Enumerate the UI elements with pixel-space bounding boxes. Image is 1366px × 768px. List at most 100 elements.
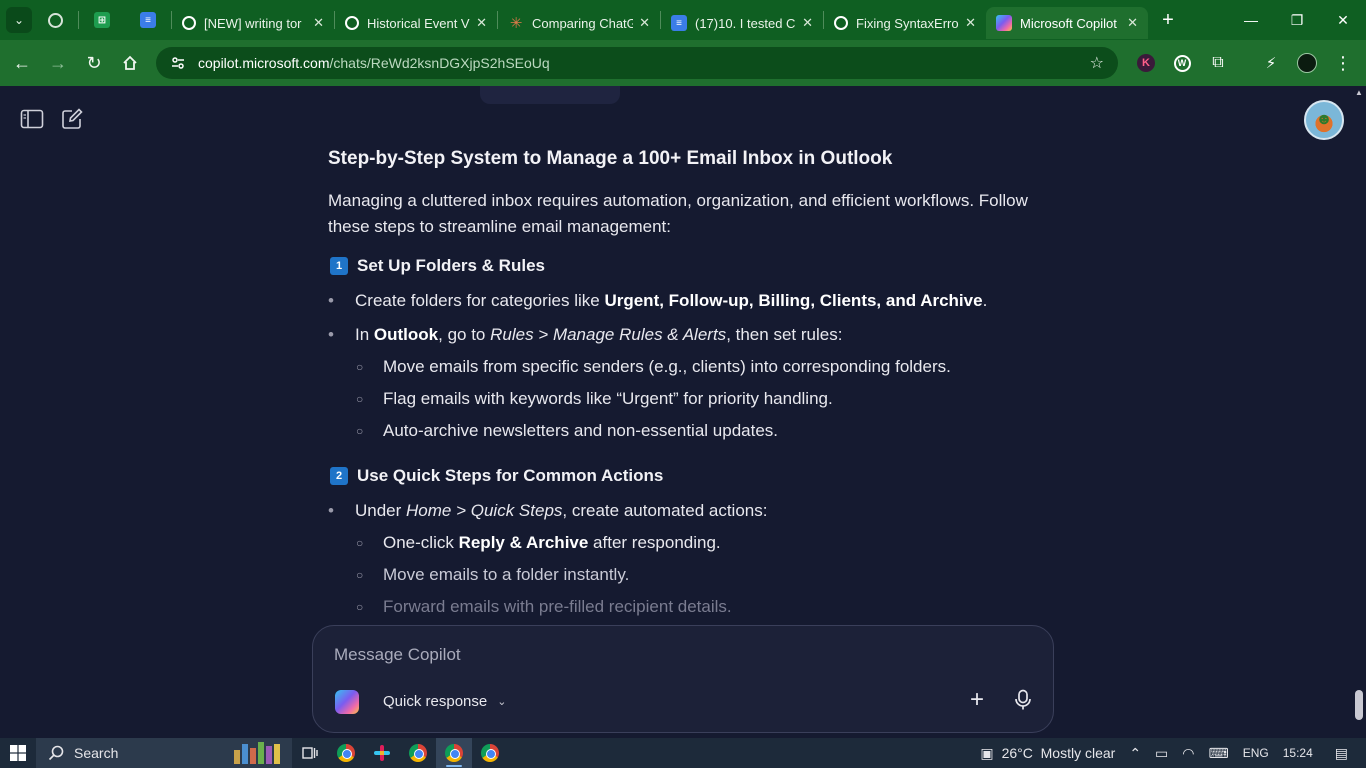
minimize-icon[interactable]: — [1228,0,1274,40]
close-icon[interactable]: ✕ [476,15,487,31]
step-2-heading: 2 Use Quick Steps for Common Actions [328,466,1028,486]
window-controls: — ❐ ✕ [1228,0,1366,40]
previous-message-fade [480,86,620,104]
close-window-icon[interactable]: ✕ [1320,0,1366,40]
tab-title: Fixing SyntaxErro [856,15,959,31]
chrome-taskbar-icon-active[interactable] [436,738,472,768]
keyboard-icon[interactable]: ⌨ [1209,745,1229,762]
pinned-tab-docs[interactable]: ≡ [125,0,171,40]
openai-icon [345,16,359,30]
tab-title: Microsoft Copilot [1020,15,1117,31]
globe-icon [47,12,63,28]
response-heading: Step-by-Step System to Manage a 100+ Ema… [328,148,893,169]
assistant-message: Step-by-Step System to Manage a 100+ Ema… [328,148,1028,618]
close-icon[interactable]: ✕ [1127,15,1138,31]
keycap-2-icon: 2 [330,467,348,485]
taskbar-search[interactable]: Search [36,738,292,768]
windows-start-icon[interactable] [0,738,36,768]
chevron-down-icon: ⌄ [497,696,507,708]
slack-taskbar-icon[interactable] [364,738,400,768]
chrome-taskbar-icon[interactable] [328,738,364,768]
clock[interactable]: 15:24 [1283,746,1313,760]
profile-avatar-icon[interactable] [1292,47,1322,79]
pinned-tab-sheets[interactable]: ⊞ [79,0,125,40]
tab-0[interactable]: [NEW] writing tor ✕ [172,7,334,39]
tab-strip: ⌄ ⊞ ≡ [NEW] writing tor ✕ Historical Eve… [0,0,1366,40]
address-bar[interactable]: copilot.microsoft.com/chats/ReWd2ksnDGXj… [156,47,1118,79]
weather-icon[interactable]: ▣ [980,745,993,762]
tab-search-chevron-icon[interactable]: ⌄ [6,7,32,33]
scrollbar-thumb[interactable] [1355,690,1363,720]
language-indicator[interactable]: ENG [1243,746,1269,760]
extension-w-icon[interactable]: W [1167,47,1197,79]
site-info-icon[interactable] [170,55,186,71]
tab-title: Comparing ChatG [532,15,634,31]
avatar-face-icon: ☻ [1315,111,1333,128]
close-icon[interactable]: ✕ [965,15,976,31]
menu-kebab-icon[interactable]: ⋮ [1328,47,1358,79]
tab-title: (17)10. I tested C [695,15,796,31]
claude-icon: ✳ [509,15,523,32]
pinned-tab-globe[interactable] [32,0,78,40]
url-text: copilot.microsoft.com/chats/ReWd2ksnDGXj… [198,55,550,71]
copilot-page: ☻ Step-by-Step System to Manage a 100+ E… [0,86,1366,738]
notification-center-icon[interactable]: ▤ [1335,745,1348,762]
sub-list-item: Move emails from specific senders (e.g.,… [328,356,1028,378]
restore-icon[interactable]: ❐ [1274,0,1320,40]
page-scrollbar[interactable]: ▲ [1352,86,1366,738]
performance-icon[interactable]: ⚡ [1256,47,1286,79]
docs-icon: ≡ [140,12,156,28]
weather-text[interactable]: 26°C Mostly clear [1002,745,1116,761]
tab-1[interactable]: Historical Event V ✕ [335,7,497,39]
microphone-icon[interactable] [1007,684,1039,716]
scroll-up-icon[interactable]: ▲ [1355,88,1363,97]
battery-icon[interactable]: ▭ [1155,745,1168,762]
chrome-taskbar-icon-3[interactable] [472,738,508,768]
tab-4[interactable]: Fixing SyntaxErro ✕ [824,7,986,39]
extensions-puzzle-icon[interactable]: ⧉ [1203,47,1233,79]
close-icon[interactable]: ✕ [313,15,324,31]
response-mode-dropdown[interactable]: Quick response ⌄ [383,693,506,710]
bookmark-star-icon[interactable]: ☆ [1090,53,1104,73]
chevron-up-icon[interactable]: ⌃ [1129,745,1141,762]
copilot-icon [996,15,1012,31]
openai-icon [834,16,848,30]
back-arrow-icon[interactable]: ← [4,45,40,81]
docs-icon: ≡ [671,15,687,31]
chrome-taskbar-icon-2[interactable] [400,738,436,768]
sidebar-toggle-icon[interactable] [19,106,45,132]
tab-title: [NEW] writing tor [204,15,302,31]
list-item: Under Home > Quick Steps, create automat… [328,500,1028,522]
close-icon[interactable]: ✕ [639,15,650,31]
keycap-1-icon: 1 [330,257,348,275]
reload-icon[interactable]: ↻ [76,45,112,81]
system-tray: ▣ 26°C Mostly clear ⌃ ▭ ◠ ⌨ ENG 15:24 ▤ [980,738,1366,768]
step-1-heading: 1 Set Up Folders & Rules [328,256,1028,276]
task-view-icon[interactable] [292,738,328,768]
add-attachment-plus-icon[interactable]: + [961,684,993,716]
forward-arrow-icon[interactable]: → [40,45,76,81]
tab-title: Historical Event V [367,15,470,31]
wifi-icon[interactable]: ◠ [1182,745,1194,762]
new-tab-plus-icon[interactable]: + [1152,4,1184,36]
windows-taskbar: Search ▣ 26°C Mostly clear ⌃ ▭ ◠ ⌨ ENG 1… [0,738,1366,768]
sub-list-item: One-click Reply & Archive after respondi… [328,532,1028,554]
copilot-logo-icon [335,690,359,714]
books-illustration-icon [234,742,284,764]
home-icon[interactable] [112,45,148,81]
list-item: In Outlook, go to Rules > Manage Rules &… [328,324,1028,346]
extension-k-icon[interactable]: K [1131,47,1161,79]
sub-list-item: Move emails to a folder instantly. [328,564,1028,586]
response-intro: Managing a cluttered inbox requires auto… [328,191,1028,236]
user-avatar[interactable]: ☻ [1304,100,1344,140]
sheets-icon: ⊞ [94,12,110,28]
tab-5-active[interactable]: Microsoft Copilot ✕ [986,7,1148,39]
new-chat-compose-icon[interactable] [59,106,85,132]
tab-3[interactable]: ≡ (17)10. I tested C ✕ [661,7,823,39]
tab-2[interactable]: ✳ Comparing ChatG ✕ [498,7,660,39]
list-item: Create folders for categories like Urgen… [328,290,1028,312]
message-input[interactable]: Message Copilot [334,645,461,665]
close-icon[interactable]: ✕ [802,15,813,31]
sub-list-item: Auto-archive newsletters and non-essenti… [328,420,1028,442]
sub-list-item: Forward emails with pre-filled recipient… [328,596,1028,618]
